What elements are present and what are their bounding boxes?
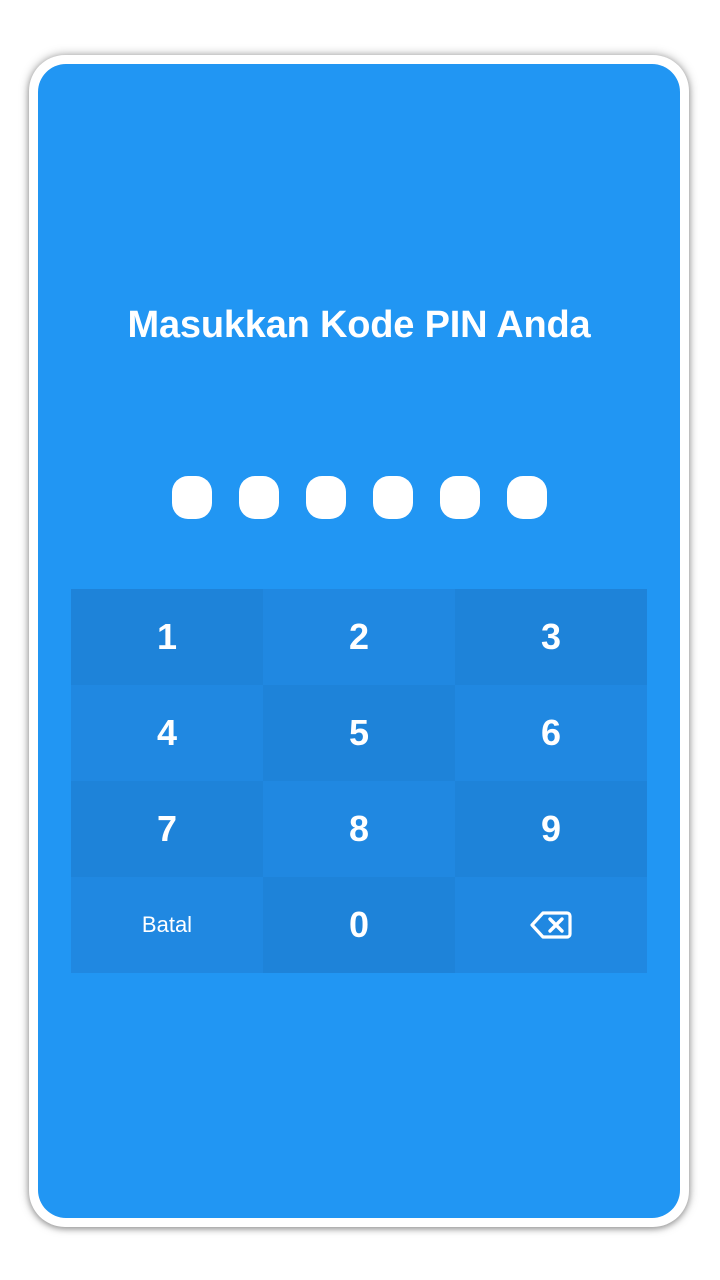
key-9-button[interactable]: 9 (455, 781, 647, 877)
pin-dot (506, 476, 547, 519)
key-5-button[interactable]: 5 (263, 685, 455, 781)
key-1-button[interactable]: 1 (71, 589, 263, 685)
numeric-keypad: 1 2 3 4 5 6 7 8 9 Batal 0 (71, 589, 647, 973)
pin-dot (372, 476, 413, 519)
key-7-button[interactable]: 7 (71, 781, 263, 877)
key-3-button[interactable]: 3 (455, 589, 647, 685)
page-title: Masukkan Kode PIN Anda (127, 304, 591, 346)
cancel-button[interactable]: Batal (71, 877, 263, 973)
pin-indicator (38, 476, 680, 519)
pin-dot (439, 476, 480, 519)
key-8-button[interactable]: 8 (263, 781, 455, 877)
pin-dot (171, 476, 212, 519)
pin-dot (238, 476, 279, 519)
pin-dot (305, 476, 346, 519)
backspace-button[interactable] (455, 877, 647, 973)
key-0-button[interactable]: 0 (263, 877, 455, 973)
pin-screen: Masukkan Kode PIN Anda 1 2 3 4 5 6 7 8 9… (38, 64, 680, 1218)
backspace-icon (530, 910, 572, 940)
key-6-button[interactable]: 6 (455, 685, 647, 781)
key-2-button[interactable]: 2 (263, 589, 455, 685)
key-4-button[interactable]: 4 (71, 685, 263, 781)
